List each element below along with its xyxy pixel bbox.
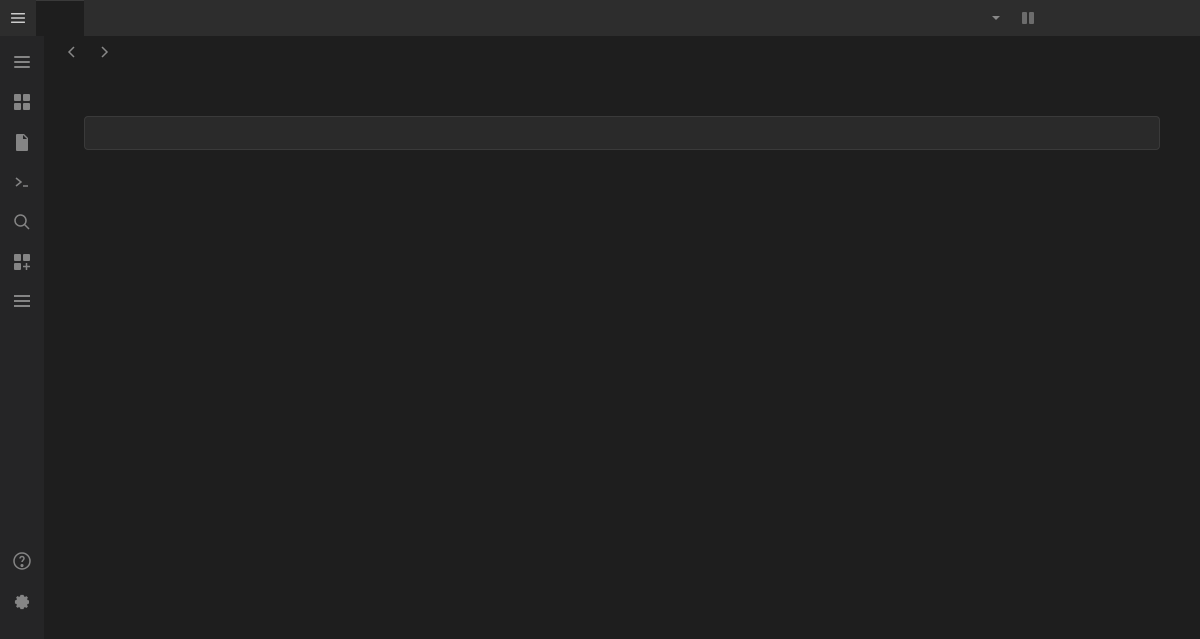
js-code-block (84, 116, 1160, 150)
sidebar-icon-file[interactable] (4, 124, 40, 160)
sidebar-icon-help[interactable] (4, 543, 40, 579)
chevron-down-icon[interactable] (982, 4, 1010, 32)
menu-icon[interactable] (8, 8, 28, 28)
main-layout (0, 36, 1200, 639)
sidebar-icon-grid[interactable] (4, 84, 40, 120)
minimize-button[interactable] (1046, 0, 1092, 36)
tab-close-button[interactable] (56, 11, 72, 27)
maximize-button[interactable] (1096, 0, 1142, 36)
new-tab-button[interactable] (92, 4, 120, 32)
forward-button[interactable] (92, 40, 116, 64)
sidebar (0, 36, 44, 639)
split-view-icon[interactable] (1014, 4, 1042, 32)
sidebar-icon-search[interactable] (4, 204, 40, 240)
title-bar-left (8, 0, 120, 36)
sidebar-icon-menu[interactable] (4, 44, 40, 80)
page-content[interactable] (44, 68, 1200, 639)
sidebar-icon-extensions[interactable] (4, 244, 40, 280)
sidebar-icon-list[interactable] (4, 284, 40, 320)
active-tab[interactable] (36, 0, 84, 36)
content-toolbar (44, 36, 1200, 68)
title-bar-right (982, 0, 1192, 36)
title-bar (0, 0, 1200, 36)
sidebar-icon-terminal[interactable] (4, 164, 40, 200)
content-area (44, 36, 1200, 639)
sidebar-bottom (4, 543, 40, 631)
sidebar-icon-settings[interactable] (4, 583, 40, 619)
close-button[interactable] (1146, 0, 1192, 36)
back-button[interactable] (60, 40, 84, 64)
